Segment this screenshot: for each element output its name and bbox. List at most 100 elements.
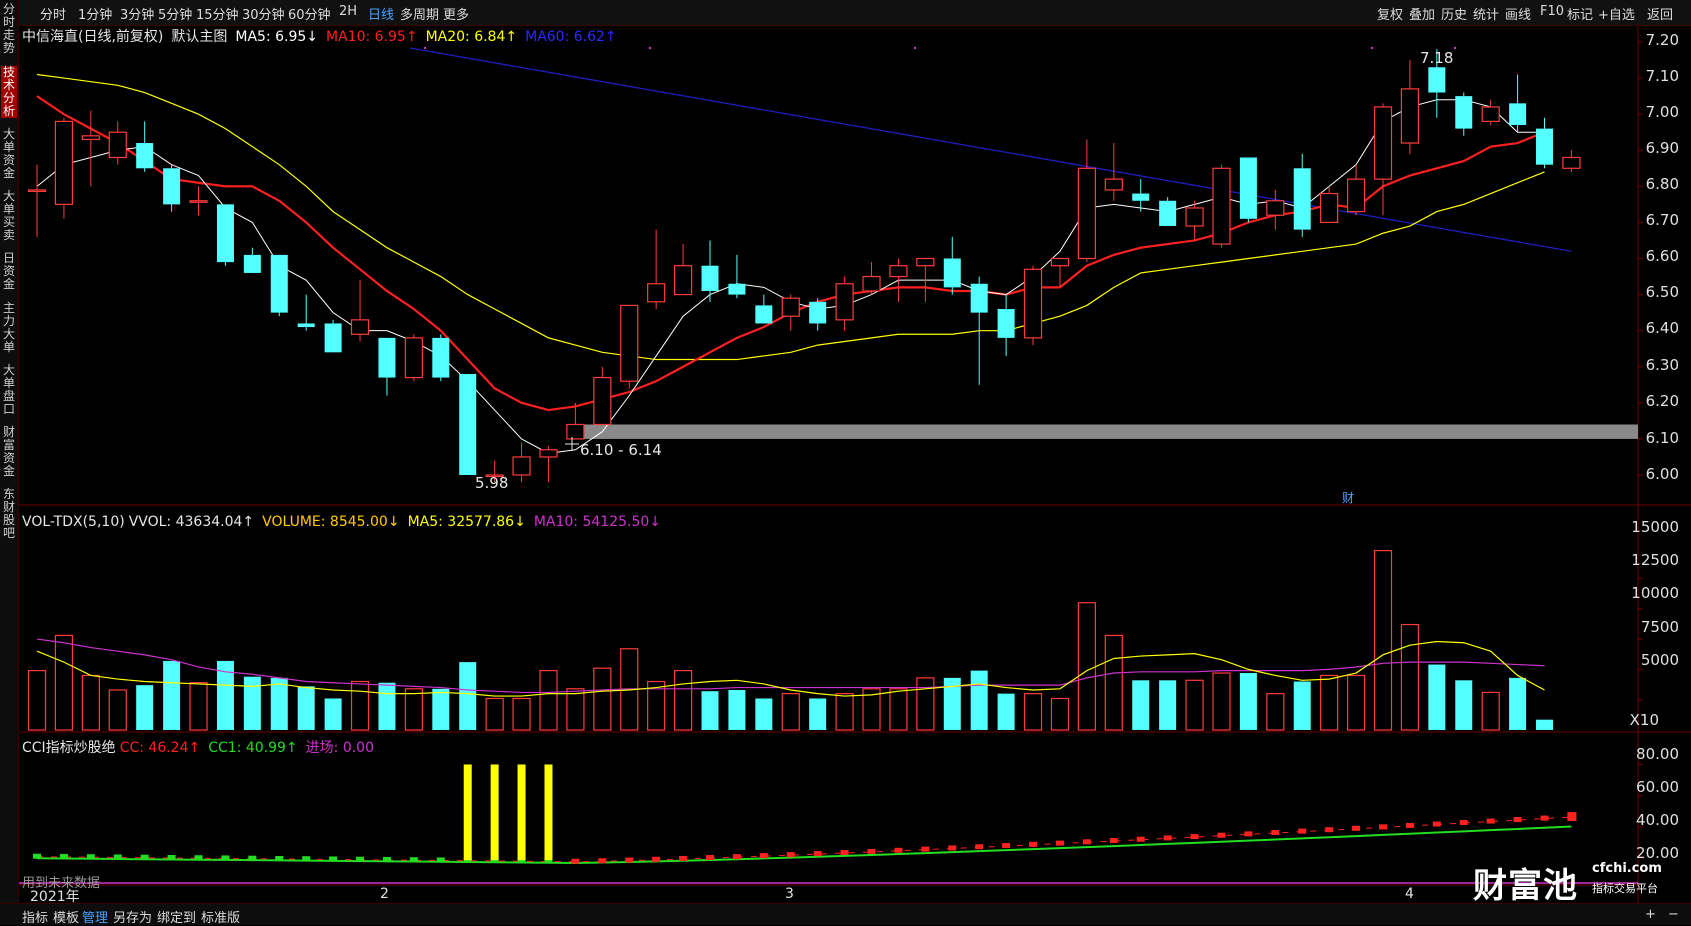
x-label-2: 3 — [785, 886, 794, 902]
price-tick-5: 6.70 — [1645, 211, 1679, 229]
volume-bar-up — [539, 670, 558, 731]
candle-up — [862, 275, 881, 292]
tab-wealth-funds[interactable]: 财富资金 — [1, 426, 17, 478]
chart-canvas — [0, 25, 1691, 903]
volume-bar-up — [1320, 674, 1339, 731]
bottom-tab-indicator[interactable]: 指标 — [22, 907, 48, 926]
volume-bar-up — [485, 697, 504, 731]
ma20-value: MA20: 6.84↑ — [425, 29, 518, 45]
overlay-button[interactable]: 叠加 — [1409, 4, 1435, 23]
cc-marker — [167, 854, 176, 860]
candle-up — [108, 131, 127, 159]
cc-marker — [1002, 843, 1011, 849]
volume-bar-up — [404, 688, 423, 731]
candle-down — [1293, 168, 1311, 230]
cc-marker — [33, 853, 41, 859]
period-multi[interactable]: 多周期 — [400, 4, 439, 23]
tab-main-force[interactable]: 主力大单 — [1, 302, 17, 354]
bottom-tab-manage[interactable]: 管理 — [82, 907, 108, 926]
cc1-value: CC1: 40.99↑ — [208, 740, 298, 756]
bottom-tab-template[interactable]: 模板 — [53, 907, 79, 926]
watermark-site: cfchi.com — [1592, 861, 1662, 876]
candle-down — [1536, 128, 1554, 165]
volume-bar-down — [728, 690, 746, 730]
fuquan-button[interactable]: 复权 — [1377, 4, 1403, 23]
cc-marker — [894, 847, 903, 853]
cci-title[interactable]: CCI指标炒股绝 — [22, 740, 116, 756]
back-button[interactable]: 返回 — [1647, 4, 1673, 23]
event-dot — [648, 46, 652, 50]
candle-up — [1212, 167, 1231, 245]
period-fenshi[interactable]: 分时 — [40, 4, 66, 23]
cc-marker — [1244, 831, 1253, 837]
period-more[interactable]: 更多 — [443, 4, 469, 23]
volume-bar-down — [1239, 673, 1257, 730]
tab-big-order-funds[interactable]: 大单资金 — [1, 128, 17, 180]
history-button[interactable]: 历史 — [1441, 4, 1467, 23]
volume-bar-up — [1077, 602, 1096, 731]
vol-title[interactable]: VOL-TDX(5,10) — [22, 514, 125, 530]
volume-bar-up — [512, 697, 531, 731]
zoom-out-icon[interactable]: − — [1668, 907, 1679, 922]
volume-bar-down — [809, 698, 827, 730]
volume-bar-up — [781, 693, 800, 731]
volume-bar-up — [189, 682, 208, 731]
finance-marker[interactable]: 财 — [1342, 489, 1354, 506]
candle-down — [1428, 67, 1446, 93]
candle-up — [781, 297, 800, 317]
tab-big-order-trade[interactable]: 大单买卖 — [1, 190, 17, 242]
draw-button[interactable]: 画线 — [1505, 4, 1531, 23]
bottom-tab-standard[interactable]: 标准版 — [201, 907, 240, 926]
cc-marker — [275, 855, 284, 861]
tab-tech-analysis[interactable]: 技术分析 — [1, 66, 17, 118]
mark-button[interactable]: 标记 — [1567, 4, 1593, 23]
volume-value: VOLUME: 8545.00↓ — [262, 514, 400, 530]
cc-marker — [706, 855, 714, 861]
tab-daily-funds[interactable]: 日资金 — [1, 252, 17, 291]
event-dot — [1370, 46, 1374, 50]
entry-signal-bar — [544, 764, 553, 861]
vvol-value: VVOL: 43634.04↑ — [128, 514, 255, 530]
candle-down — [243, 254, 261, 273]
event-dot — [1453, 46, 1457, 50]
tab-forum[interactable]: 东财股吧 — [1, 488, 17, 540]
period-daily[interactable]: 日线 — [368, 4, 394, 23]
stats-button[interactable]: 统计 — [1473, 4, 1499, 23]
f10-button[interactable]: F10 — [1540, 4, 1564, 19]
volume-bar-down — [1455, 680, 1473, 730]
cci-tick-3: 20.00 — [1636, 844, 1679, 862]
bottom-tab-bind[interactable]: 绑定到 — [157, 907, 196, 926]
volume-bar-down — [459, 662, 477, 730]
add-watchlist-button[interactable]: +自选 — [1598, 4, 1635, 23]
zoom-in-icon[interactable]: + — [1645, 907, 1656, 922]
volume-bar-down — [243, 676, 261, 730]
cc-marker — [329, 856, 338, 862]
price-tick-10: 6.20 — [1645, 392, 1679, 410]
period-30min[interactable]: 30分钟 — [242, 4, 285, 23]
period-2h[interactable]: 2H — [339, 4, 357, 19]
volume-bar-down — [1293, 681, 1311, 730]
period-60min[interactable]: 60分钟 — [288, 4, 331, 23]
volume-bar-up — [1346, 674, 1366, 731]
volume-bar-down — [432, 688, 450, 730]
vol-tick-1: 12500 — [1631, 551, 1679, 569]
stock-title[interactable]: 中信海直(日线,前复权) — [22, 29, 163, 45]
cc-marker — [571, 858, 580, 864]
period-5min[interactable]: 5分钟 — [158, 4, 192, 23]
candle-up — [1481, 106, 1500, 122]
indicator-name[interactable]: 默认主图 — [171, 29, 227, 45]
cc-marker — [598, 858, 607, 864]
volume-bar-up — [1185, 679, 1204, 731]
cc-marker — [436, 857, 445, 863]
period-15min[interactable]: 15分钟 — [196, 4, 239, 23]
period-1min[interactable]: 1分钟 — [78, 4, 112, 23]
price-tick-7: 6.50 — [1645, 283, 1679, 301]
cc-marker — [1513, 817, 1522, 823]
candle-down — [136, 143, 154, 169]
tab-order-book[interactable]: 大单盘口 — [1, 364, 17, 416]
volume-bar-down — [1428, 664, 1446, 730]
volume-bar-down — [997, 693, 1015, 730]
period-3min[interactable]: 3分钟 — [120, 4, 154, 23]
tab-fenshi[interactable]: 分时走势 — [1, 3, 17, 55]
bottom-tab-save-as[interactable]: 另存为 — [113, 907, 152, 926]
